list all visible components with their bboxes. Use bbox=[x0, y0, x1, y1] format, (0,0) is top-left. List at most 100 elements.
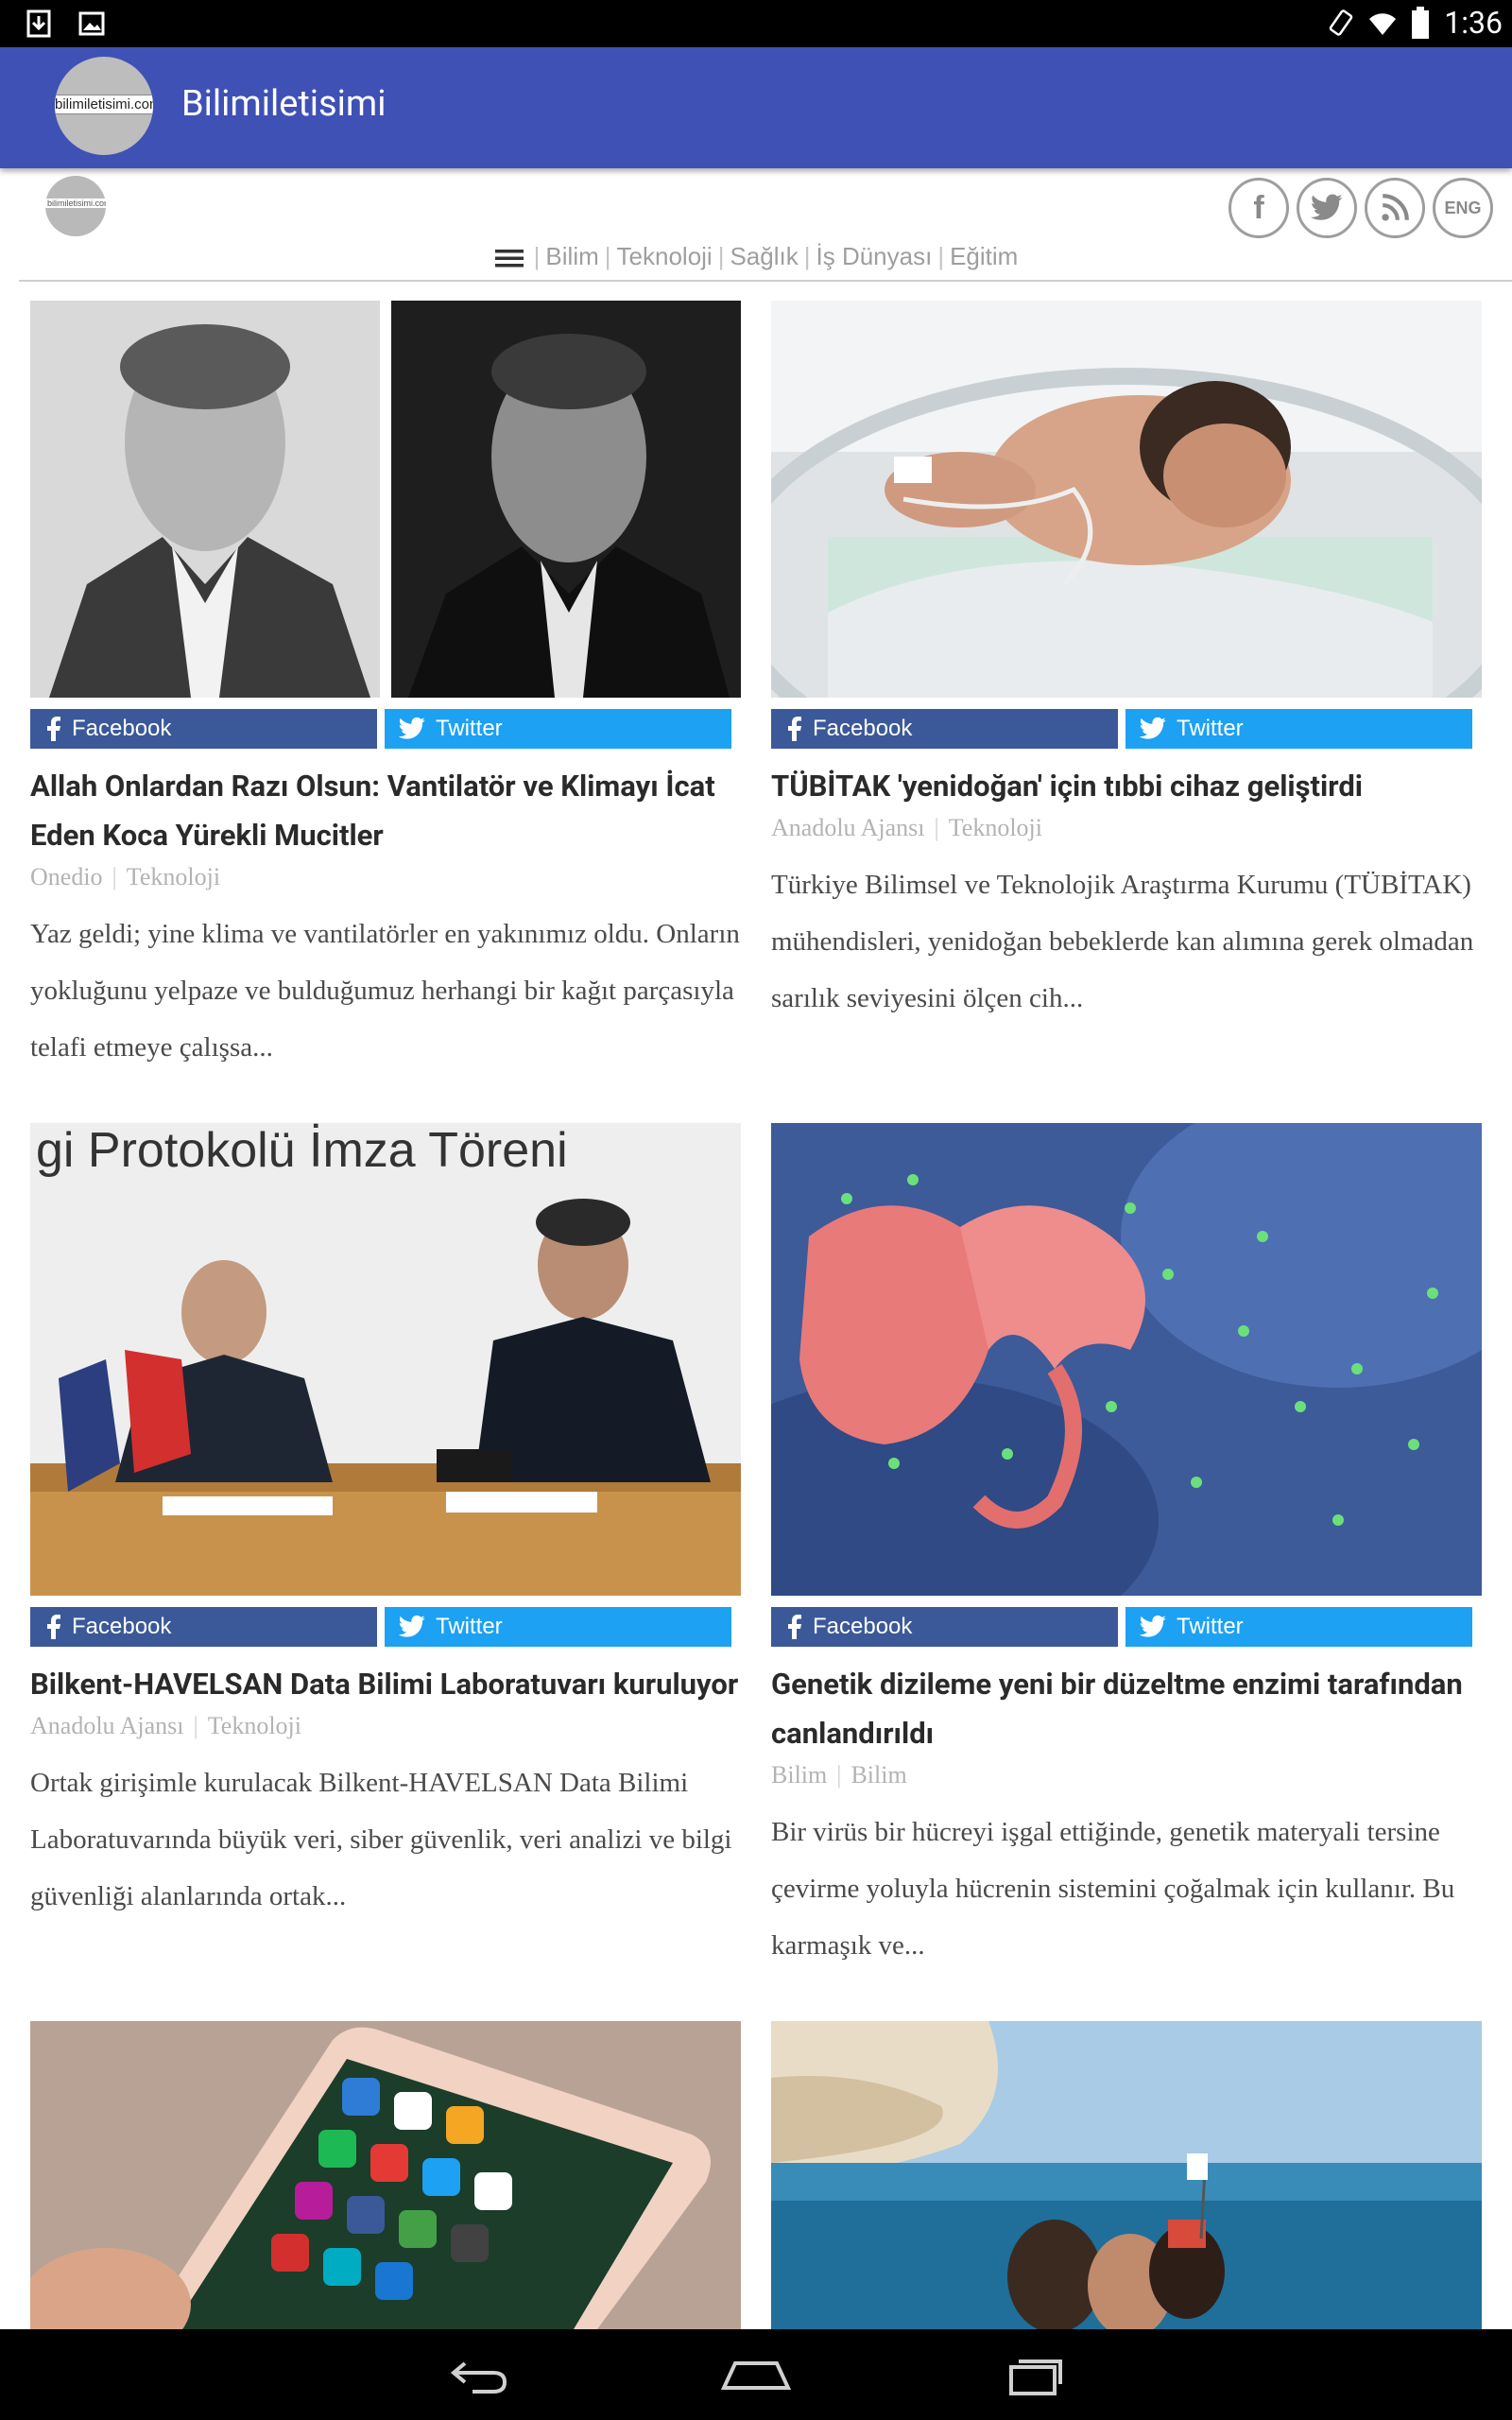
twitter-share-button[interactable]: Twitter bbox=[385, 709, 731, 749]
share-buttons: Facebook Twitter bbox=[30, 1607, 741, 1647]
category-nav: | Bilim | Teknoloji | Sağlık | İş Dünyası | Eğiti… bbox=[0, 242, 1512, 271]
article-card[interactable] bbox=[30, 2021, 741, 2329]
rotation-icon bbox=[1330, 9, 1353, 36]
article-card[interactable] bbox=[771, 2021, 1482, 2329]
twitter-icon bbox=[1139, 717, 1166, 739]
facebook-share-button[interactable]: Facebook bbox=[771, 1607, 1118, 1647]
language-toggle-button[interactable]: ENG bbox=[1433, 178, 1493, 238]
share-buttons: Facebook Twitter bbox=[771, 709, 1482, 749]
twitter-icon bbox=[398, 1615, 425, 1637]
article-image[interactable] bbox=[771, 301, 1482, 698]
facebook-share-button[interactable]: Facebook bbox=[771, 709, 1118, 749]
facebook-share-label: Facebook bbox=[72, 1614, 172, 1639]
facebook-icon: f bbox=[1253, 189, 1264, 226]
facebook-icon bbox=[788, 1615, 801, 1639]
article-category[interactable]: Bilim bbox=[850, 1761, 906, 1789]
article-source[interactable]: Bilim bbox=[771, 1761, 827, 1789]
article-card[interactable]: Facebook Twitter Allah Onlardan Razı Ols… bbox=[30, 301, 741, 1076]
facebook-icon bbox=[788, 717, 801, 741]
twitter-share-label: Twitter bbox=[436, 1614, 503, 1639]
article-excerpt: Ortak girişimle kurulacak Bilkent-HAVELS… bbox=[30, 1768, 732, 1911]
twitter-share-button[interactable]: Twitter bbox=[1125, 1607, 1472, 1647]
twitter-share-label: Twitter bbox=[436, 716, 503, 741]
twitter-icon bbox=[1310, 194, 1343, 220]
nav-item-egitim[interactable]: Eğitim bbox=[950, 242, 1018, 270]
nav-item-is-dunyasi[interactable]: İş Dünyası bbox=[816, 242, 933, 270]
twitter-share-label: Twitter bbox=[1177, 1614, 1244, 1639]
article-source[interactable]: Onedio bbox=[30, 863, 103, 890]
article-image[interactable] bbox=[771, 1123, 1482, 1596]
facebook-icon bbox=[47, 717, 60, 741]
app-bar: bilimiletisimi.com Bilimiletisimi bbox=[0, 47, 1512, 168]
article-image[interactable]: gi Protokolü İmza Töreni bbox=[30, 1123, 741, 1596]
menu-icon[interactable] bbox=[494, 247, 524, 269]
header-divider bbox=[19, 280, 1512, 282]
app-title: Bilimiletisimi bbox=[181, 83, 387, 125]
nav-item-bilim[interactable]: Bilim bbox=[545, 242, 598, 270]
article-meta: Onedio | Teknoloji bbox=[30, 860, 741, 894]
social-icons: f rss ENG bbox=[1228, 178, 1493, 238]
article-category[interactable]: Teknoloji bbox=[208, 1712, 301, 1739]
app-logo-text: bilimiletisimi.com bbox=[55, 95, 153, 114]
article-meta: Anadolu Ajansı | Teknoloji bbox=[771, 811, 1482, 845]
article-title[interactable]: Genetik dizileme yeni bir düzeltme enzim… bbox=[771, 1660, 1482, 1758]
meta-separator: | bbox=[934, 814, 939, 841]
article-title[interactable]: Allah Onlardan Razı Olsun: Vantilatör ve… bbox=[30, 762, 741, 860]
home-icon[interactable] bbox=[718, 2356, 794, 2394]
article-title[interactable]: Bilkent-HAVELSAN Data Bilimi Laboratuvar… bbox=[30, 1660, 741, 1709]
site-logo[interactable]: bilimiletisimi.com bbox=[45, 176, 106, 236]
share-buttons: Facebook Twitter bbox=[30, 709, 741, 749]
article-excerpt: Bir virüs bir hücreyi işgal ettiğinde, g… bbox=[771, 1817, 1455, 1961]
meta-separator: | bbox=[112, 863, 117, 890]
rss-social-button[interactable]: rss bbox=[1365, 178, 1425, 238]
article-category[interactable]: Teknoloji bbox=[127, 863, 220, 890]
article-excerpt: Yaz geldi; yine klima ve vantilatörler e… bbox=[30, 919, 740, 1063]
facebook-share-label: Facebook bbox=[72, 716, 172, 741]
article-title[interactable]: TÜBİTAK 'yenidoğan' için tıbbi cihaz gel… bbox=[771, 762, 1482, 811]
wifi-icon bbox=[1369, 13, 1397, 35]
language-label: ENG bbox=[1444, 198, 1482, 217]
twitter-share-label: Twitter bbox=[1177, 716, 1244, 741]
twitter-icon bbox=[398, 717, 425, 739]
nav-separator: | bbox=[717, 242, 725, 270]
battery-icon bbox=[1412, 7, 1430, 39]
meta-separator: | bbox=[836, 1761, 842, 1789]
article-image[interactable] bbox=[30, 2021, 741, 2329]
article-card[interactable]: gi Protokolü İmza Töreni Facebook Twitte… bbox=[30, 1123, 741, 1925]
facebook-social-button[interactable]: f bbox=[1228, 178, 1289, 238]
twitter-share-button[interactable]: Twitter bbox=[385, 1607, 731, 1647]
app-logo[interactable]: bilimiletisimi.com bbox=[55, 57, 153, 155]
article-image[interactable] bbox=[771, 2021, 1482, 2329]
article-meta: Anadolu Ajansı | Teknoloji bbox=[30, 1709, 741, 1743]
facebook-share-label: Facebook bbox=[813, 716, 913, 741]
article-category[interactable]: Teknoloji bbox=[949, 814, 1042, 841]
article-card[interactable]: Facebook Twitter Genetik dizileme yeni b… bbox=[771, 1123, 1482, 1974]
article-source[interactable]: Anadolu Ajansı bbox=[30, 1712, 184, 1739]
meta-separator: | bbox=[193, 1712, 198, 1739]
article-image[interactable] bbox=[30, 301, 741, 698]
image-icon bbox=[78, 11, 105, 36]
nav-item-teknoloji[interactable]: Teknoloji bbox=[617, 242, 713, 270]
twitter-icon bbox=[1139, 1615, 1166, 1637]
nav-item-saglik[interactable]: Sağlık bbox=[730, 242, 798, 270]
nav-separator: | bbox=[937, 242, 945, 270]
back-icon[interactable] bbox=[444, 2356, 510, 2394]
facebook-share-button[interactable]: Facebook bbox=[30, 709, 377, 749]
nav-separator: | bbox=[604, 242, 611, 270]
facebook-icon bbox=[47, 1615, 60, 1639]
recent-apps-icon[interactable] bbox=[1002, 2354, 1068, 2395]
twitter-share-button[interactable]: Twitter bbox=[1125, 709, 1472, 749]
download-icon bbox=[26, 9, 51, 38]
article-source[interactable]: Anadolu Ajansı bbox=[771, 814, 925, 841]
status-bar: 1:36 bbox=[0, 0, 1512, 47]
nav-separator: | bbox=[803, 242, 811, 270]
article-excerpt: Türkiye Bilimsel ve Teknolojik Araştırma… bbox=[771, 870, 1474, 1013]
nav-separator: | bbox=[533, 242, 541, 270]
clock: 1:36 bbox=[1444, 5, 1503, 41]
article-card[interactable]: Facebook Twitter TÜBİTAK 'yenidoğan' içi… bbox=[771, 301, 1482, 1027]
twitter-social-button[interactable] bbox=[1297, 178, 1357, 238]
image-caption-text: gi Protokolü İmza Töreni bbox=[36, 1123, 568, 1178]
facebook-share-button[interactable]: Facebook bbox=[30, 1607, 377, 1647]
share-buttons: Facebook Twitter bbox=[771, 1607, 1482, 1647]
rss-icon: rss bbox=[1382, 194, 1409, 221]
